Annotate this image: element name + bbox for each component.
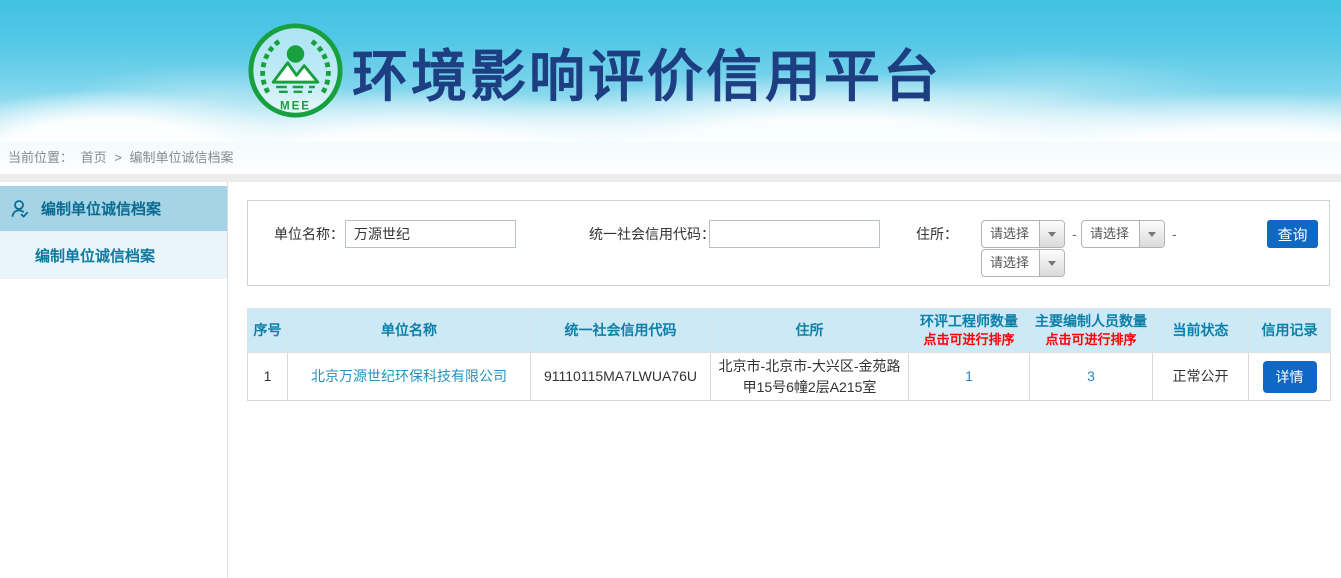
chevron-down-icon	[1048, 232, 1056, 237]
cell-address: 北京市-北京市-大兴区-金苑路甲15号6幢2层A215室	[711, 353, 909, 401]
chevron-down-icon	[1048, 261, 1056, 266]
breadcrumb-separator: >	[114, 150, 122, 165]
staff-count-link[interactable]: 3	[1087, 368, 1095, 384]
cell-credit-code: 91110115MA7LWUA76U	[531, 353, 711, 401]
credit-code-label: 统一社会信用代码：	[589, 220, 715, 248]
mee-logo-text: MEE	[280, 99, 311, 112]
address-district-select[interactable]: 请选择	[981, 249, 1065, 277]
header-index: 序号	[248, 309, 288, 353]
address-dash-2: -	[1172, 220, 1177, 248]
province-dropdown-button[interactable]	[1039, 221, 1064, 247]
results-table: 序号 单位名称 统一社会信用代码 住所 环评工程师数量 点击可进行排序 主要编制…	[247, 308, 1331, 401]
address-city-select[interactable]: 请选择	[1081, 220, 1165, 248]
breadcrumb: 当前位置： 首页 > 编制单位诚信档案	[0, 142, 1341, 174]
sort-hint-engineer[interactable]: 点击可进行排序	[911, 331, 1027, 349]
engineer-count-link[interactable]: 1	[965, 368, 973, 384]
header-credit-code: 统一社会信用代码	[531, 309, 711, 353]
mee-logo: MEE	[247, 22, 344, 119]
divider-strip	[0, 174, 1341, 182]
breadcrumb-current: 编制单位诚信档案	[130, 150, 234, 165]
cell-status: 正常公开	[1153, 353, 1249, 401]
user-check-icon	[8, 197, 32, 221]
breadcrumb-label: 当前位置：	[8, 150, 73, 165]
city-dropdown-button[interactable]	[1139, 221, 1164, 247]
credit-code-input[interactable]	[709, 220, 880, 248]
chevron-down-icon	[1148, 232, 1156, 237]
address-province-value: 请选择	[982, 221, 1039, 247]
cell-index: 1	[248, 353, 288, 401]
header-company: 单位名称	[288, 309, 531, 353]
address-label: 住所：	[916, 220, 958, 248]
query-button[interactable]: 查询	[1267, 220, 1318, 248]
breadcrumb-home-link[interactable]: 首页	[81, 150, 107, 165]
header-credit-record: 信用记录	[1249, 309, 1331, 353]
address-district-value: 请选择	[982, 250, 1039, 276]
detail-button[interactable]: 详情	[1263, 361, 1317, 393]
address-dash-1: -	[1072, 220, 1077, 248]
page-title: 环境影响评价信用平台	[352, 32, 942, 113]
district-dropdown-button[interactable]	[1039, 250, 1064, 276]
address-province-select[interactable]: 请选择	[981, 220, 1065, 248]
table-header-row: 序号 单位名称 统一社会信用代码 住所 环评工程师数量 点击可进行排序 主要编制…	[248, 309, 1331, 353]
company-name-link[interactable]: 北京万源世纪环保科技有限公司	[311, 368, 507, 384]
sidebar: 编制单位诚信档案 编制单位诚信档案	[0, 182, 228, 578]
page: MEE 环境影响评价信用平台 当前位置： 首页 > 编制单位诚信档案 编制单位诚…	[0, 0, 1341, 578]
sort-hint-staff[interactable]: 点击可进行排序	[1032, 331, 1150, 349]
header-banner: MEE 环境影响评价信用平台	[0, 0, 1341, 142]
address-city-value: 请选择	[1082, 221, 1139, 247]
header-address: 住所	[711, 309, 909, 353]
sidebar-item-credit-archive[interactable]: 编制单位诚信档案	[0, 186, 227, 231]
header-status: 当前状态	[1153, 309, 1249, 353]
sidebar-subitem-credit-archive[interactable]: 编制单位诚信档案	[0, 231, 227, 279]
company-name-label: 单位名称：	[274, 220, 344, 248]
company-name-input[interactable]	[345, 220, 516, 248]
header-staff-count-sortable[interactable]: 主要编制人员数量 点击可进行排序	[1030, 309, 1153, 353]
search-panel: 单位名称： 统一社会信用代码： 住所： 请选择 - 请选择 - 请选择 查询	[247, 200, 1330, 286]
header-engineer-count-sortable[interactable]: 环评工程师数量 点击可进行排序	[909, 309, 1030, 353]
sidebar-item-label: 编制单位诚信档案	[41, 198, 161, 219]
sidebar-subitem-label: 编制单位诚信档案	[35, 245, 155, 266]
table-row: 1 北京万源世纪环保科技有限公司 91110115MA7LWUA76U 北京市-…	[248, 353, 1331, 401]
